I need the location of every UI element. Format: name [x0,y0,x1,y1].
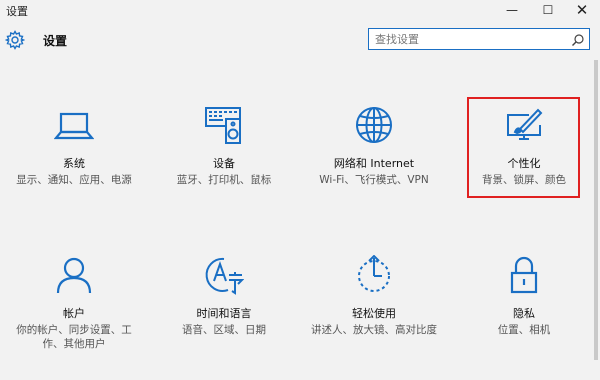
devices-icon [204,105,244,145]
tile-personalization-name: 个性化 [507,157,541,170]
tile-personalization-desc: 背景、锁屏、颜色 [482,174,566,186]
tile-time-language-desc: 语音、区域、日期 [182,324,266,336]
search-box[interactable] [368,28,590,50]
search-icon[interactable] [571,32,585,46]
tile-system-name: 系统 [63,157,85,170]
globe-icon [354,105,394,145]
search-input[interactable] [369,29,569,49]
lock-icon [504,255,544,295]
tile-ease-of-access-desc: 讲述人、放大镜、高对比度 [311,324,437,336]
time-language-icon [204,255,245,295]
tile-system-desc: 显示、通知、应用、电源 [16,174,132,186]
title-bar: 设置 — ☐ ✕ [0,0,600,20]
tile-network-desc: Wi-Fi、飞行模式、VPN [319,174,429,186]
tile-network-name: 网络和 Internet [333,157,415,170]
tile-personalization[interactable]: 个性化 背景、锁屏、颜色 [454,105,594,187]
window-title: 设置 [6,5,28,18]
tile-network[interactable]: 网络和 Internet Wi-Fi、飞行模式、VPN [304,105,444,187]
page-title: 设置 [43,34,68,48]
tile-system[interactable]: 系统 显示、通知、应用、电源 [4,105,144,187]
close-button[interactable]: ✕ [566,0,598,20]
tile-accounts-desc: 你的帐户、同步设置、工作、其他用户 [16,324,132,350]
minimize-button[interactable]: — [496,0,528,20]
tile-privacy[interactable]: 隐私 位置、相机 [454,255,594,337]
gear-icon [4,30,26,50]
tile-accounts[interactable]: 帐户 你的帐户、同步设置、工作、其他用户 [4,255,144,351]
tile-privacy-desc: 位置、相机 [497,324,551,336]
tile-devices[interactable]: 设备 蓝牙、打印机、鼠标 [154,105,294,187]
maximize-button[interactable]: ☐ [532,0,564,20]
tile-time-language[interactable]: 时间和语言 语音、区域、日期 [154,255,294,337]
tile-devices-desc: 蓝牙、打印机、鼠标 [176,174,272,186]
ease-of-access-icon [354,254,394,295]
tile-privacy-name: 隐私 [513,307,535,320]
laptop-icon [53,105,95,145]
tile-ease-of-access-name: 轻松使用 [352,307,396,320]
tile-time-language-name: 时间和语言 [196,307,252,320]
scrollbar[interactable] [594,60,598,360]
person-icon [54,255,94,295]
tile-accounts-name: 帐户 [63,307,85,320]
tile-devices-name: 设备 [213,157,235,170]
tile-ease-of-access[interactable]: 轻松使用 讲述人、放大镜、高对比度 [304,254,444,337]
paint-monitor-icon [504,105,544,145]
